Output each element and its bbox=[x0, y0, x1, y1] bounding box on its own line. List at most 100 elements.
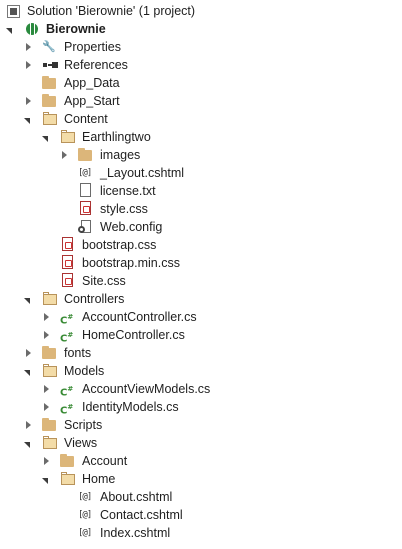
folder-icon bbox=[42, 346, 56, 359]
tree-item[interactable]: C# IdentityModels.cs bbox=[0, 398, 402, 416]
tree-item[interactable]: Content bbox=[0, 110, 402, 128]
references-icon bbox=[42, 57, 58, 73]
tree-item-label: App_Data bbox=[64, 76, 120, 90]
tree-item[interactable]: C# AccountController.cs bbox=[0, 308, 402, 326]
tree-item-label: fonts bbox=[64, 346, 92, 360]
collapsed-arrow-icon[interactable] bbox=[22, 92, 34, 110]
tree-item-label: Properties bbox=[64, 40, 121, 54]
collapsed-arrow-icon[interactable] bbox=[40, 308, 52, 326]
collapsed-arrow-icon[interactable] bbox=[40, 452, 52, 470]
tree-item-label: Contact.cshtml bbox=[100, 508, 183, 522]
tree-item[interactable]: Earthlingtwo bbox=[0, 128, 402, 146]
collapsed-arrow-icon[interactable] bbox=[22, 56, 34, 74]
tree-item-label: AccountController.cs bbox=[82, 310, 197, 324]
tree-item-label: Index.cshtml bbox=[100, 526, 171, 540]
cshtml-file-icon: [@] bbox=[78, 168, 92, 178]
tree-item[interactable]: Scripts bbox=[0, 416, 402, 434]
tree-item-label: Controllers bbox=[64, 292, 125, 306]
tree-item-label: license.txt bbox=[100, 184, 156, 198]
folder-open-icon bbox=[42, 363, 58, 379]
folder-open-icon bbox=[42, 435, 58, 451]
solution-explorer-tree: Solution 'Bierownie' (1 project) Bierown… bbox=[0, 2, 402, 542]
expanded-arrow-icon[interactable] bbox=[22, 362, 34, 380]
config-file-icon bbox=[78, 219, 94, 235]
expanded-arrow-icon[interactable] bbox=[22, 434, 34, 452]
expanded-arrow-icon[interactable] bbox=[22, 110, 34, 128]
collapsed-arrow-icon[interactable] bbox=[58, 146, 70, 164]
folder-icon bbox=[42, 94, 56, 107]
tree-item[interactable]: Bierownie bbox=[0, 20, 402, 38]
tree-item[interactable]: References bbox=[0, 56, 402, 74]
tree-item-label: IdentityModels.cs bbox=[82, 400, 179, 414]
expanded-arrow-icon[interactable] bbox=[40, 128, 52, 146]
folder-open-icon bbox=[42, 291, 58, 307]
folder-icon bbox=[60, 454, 74, 467]
tree-item-label: AccountViewModels.cs bbox=[82, 382, 211, 396]
tree-item-label: bootstrap.css bbox=[82, 238, 157, 252]
tree-item[interactable]: images bbox=[0, 146, 402, 164]
text-file-icon bbox=[80, 183, 91, 197]
csharp-file-icon: C# bbox=[60, 385, 74, 399]
tree-item-label: App_Start bbox=[64, 94, 120, 108]
collapsed-arrow-icon[interactable] bbox=[22, 38, 34, 56]
tree-item[interactable]: App_Data bbox=[0, 74, 402, 92]
collapsed-arrow-icon[interactable] bbox=[22, 416, 34, 434]
tree-item-label: images bbox=[100, 148, 141, 162]
tree-item[interactable]: [@] _Layout.cshtml bbox=[0, 164, 402, 182]
expanded-arrow-icon[interactable] bbox=[22, 290, 34, 308]
solution-icon bbox=[6, 3, 22, 19]
cshtml-file-icon: [@] bbox=[78, 528, 92, 538]
tree-item-label: style.css bbox=[100, 202, 148, 216]
tree-item[interactable]: Web.config bbox=[0, 218, 402, 236]
css-file-icon bbox=[62, 255, 73, 269]
web-project-icon bbox=[26, 23, 38, 35]
folder-icon bbox=[78, 148, 92, 161]
csharp-file-icon: C# bbox=[60, 403, 74, 417]
expanded-arrow-icon[interactable] bbox=[4, 20, 16, 38]
tree-item[interactable]: bootstrap.min.css bbox=[0, 254, 402, 272]
collapsed-arrow-icon[interactable] bbox=[40, 398, 52, 416]
tree-item[interactable]: C# AccountViewModels.cs bbox=[0, 380, 402, 398]
tree-item-label: Account bbox=[82, 454, 128, 468]
tree-item-label: Models bbox=[64, 364, 105, 378]
folder-icon bbox=[42, 418, 56, 431]
css-file-icon bbox=[62, 273, 73, 287]
collapsed-arrow-icon[interactable] bbox=[40, 380, 52, 398]
tree-item-label: Bierownie bbox=[46, 22, 106, 36]
folder-open-icon bbox=[60, 129, 76, 145]
tree-item-label: Views bbox=[64, 436, 98, 450]
tree-item-label: HomeController.cs bbox=[82, 328, 185, 342]
tree-item[interactable]: 🔧 Properties bbox=[0, 38, 402, 56]
tree-item[interactable]: fonts bbox=[0, 344, 402, 362]
tree-item[interactable]: [@] About.cshtml bbox=[0, 488, 402, 506]
solution-label: Solution 'Bierownie' (1 project) bbox=[27, 4, 196, 18]
csharp-file-icon: C# bbox=[60, 313, 74, 327]
cshtml-file-icon: [@] bbox=[78, 510, 92, 520]
tree-item[interactable]: App_Start bbox=[0, 92, 402, 110]
collapsed-arrow-icon[interactable] bbox=[40, 326, 52, 344]
tree-item[interactable]: Home bbox=[0, 470, 402, 488]
tree-item[interactable]: style.css bbox=[0, 200, 402, 218]
tree-item[interactable]: [@] Index.cshtml bbox=[0, 524, 402, 542]
tree-item[interactable]: Views bbox=[0, 434, 402, 452]
tree-item[interactable]: Account bbox=[0, 452, 402, 470]
tree-item-label: _Layout.cshtml bbox=[100, 166, 185, 180]
tree-item[interactable]: Site.css bbox=[0, 272, 402, 290]
solution-node[interactable]: Solution 'Bierownie' (1 project) bbox=[0, 2, 402, 20]
expanded-arrow-icon[interactable] bbox=[40, 470, 52, 488]
tree-item[interactable]: Controllers bbox=[0, 290, 402, 308]
tree-item-label: Home bbox=[82, 472, 116, 486]
collapsed-arrow-icon[interactable] bbox=[22, 344, 34, 362]
tree-item[interactable]: C# HomeController.cs bbox=[0, 326, 402, 344]
tree-item-label: Web.config bbox=[100, 220, 163, 234]
folder-open-icon bbox=[42, 111, 58, 127]
folder-icon bbox=[42, 76, 56, 89]
tree-item[interactable]: Models bbox=[0, 362, 402, 380]
css-file-icon bbox=[62, 237, 73, 251]
cshtml-file-icon: [@] bbox=[78, 492, 92, 502]
tree-item[interactable]: [@] Contact.cshtml bbox=[0, 506, 402, 524]
tree-item-label: bootstrap.min.css bbox=[82, 256, 180, 270]
tree-item-label: Earthlingtwo bbox=[82, 130, 151, 144]
tree-item[interactable]: license.txt bbox=[0, 182, 402, 200]
tree-item[interactable]: bootstrap.css bbox=[0, 236, 402, 254]
